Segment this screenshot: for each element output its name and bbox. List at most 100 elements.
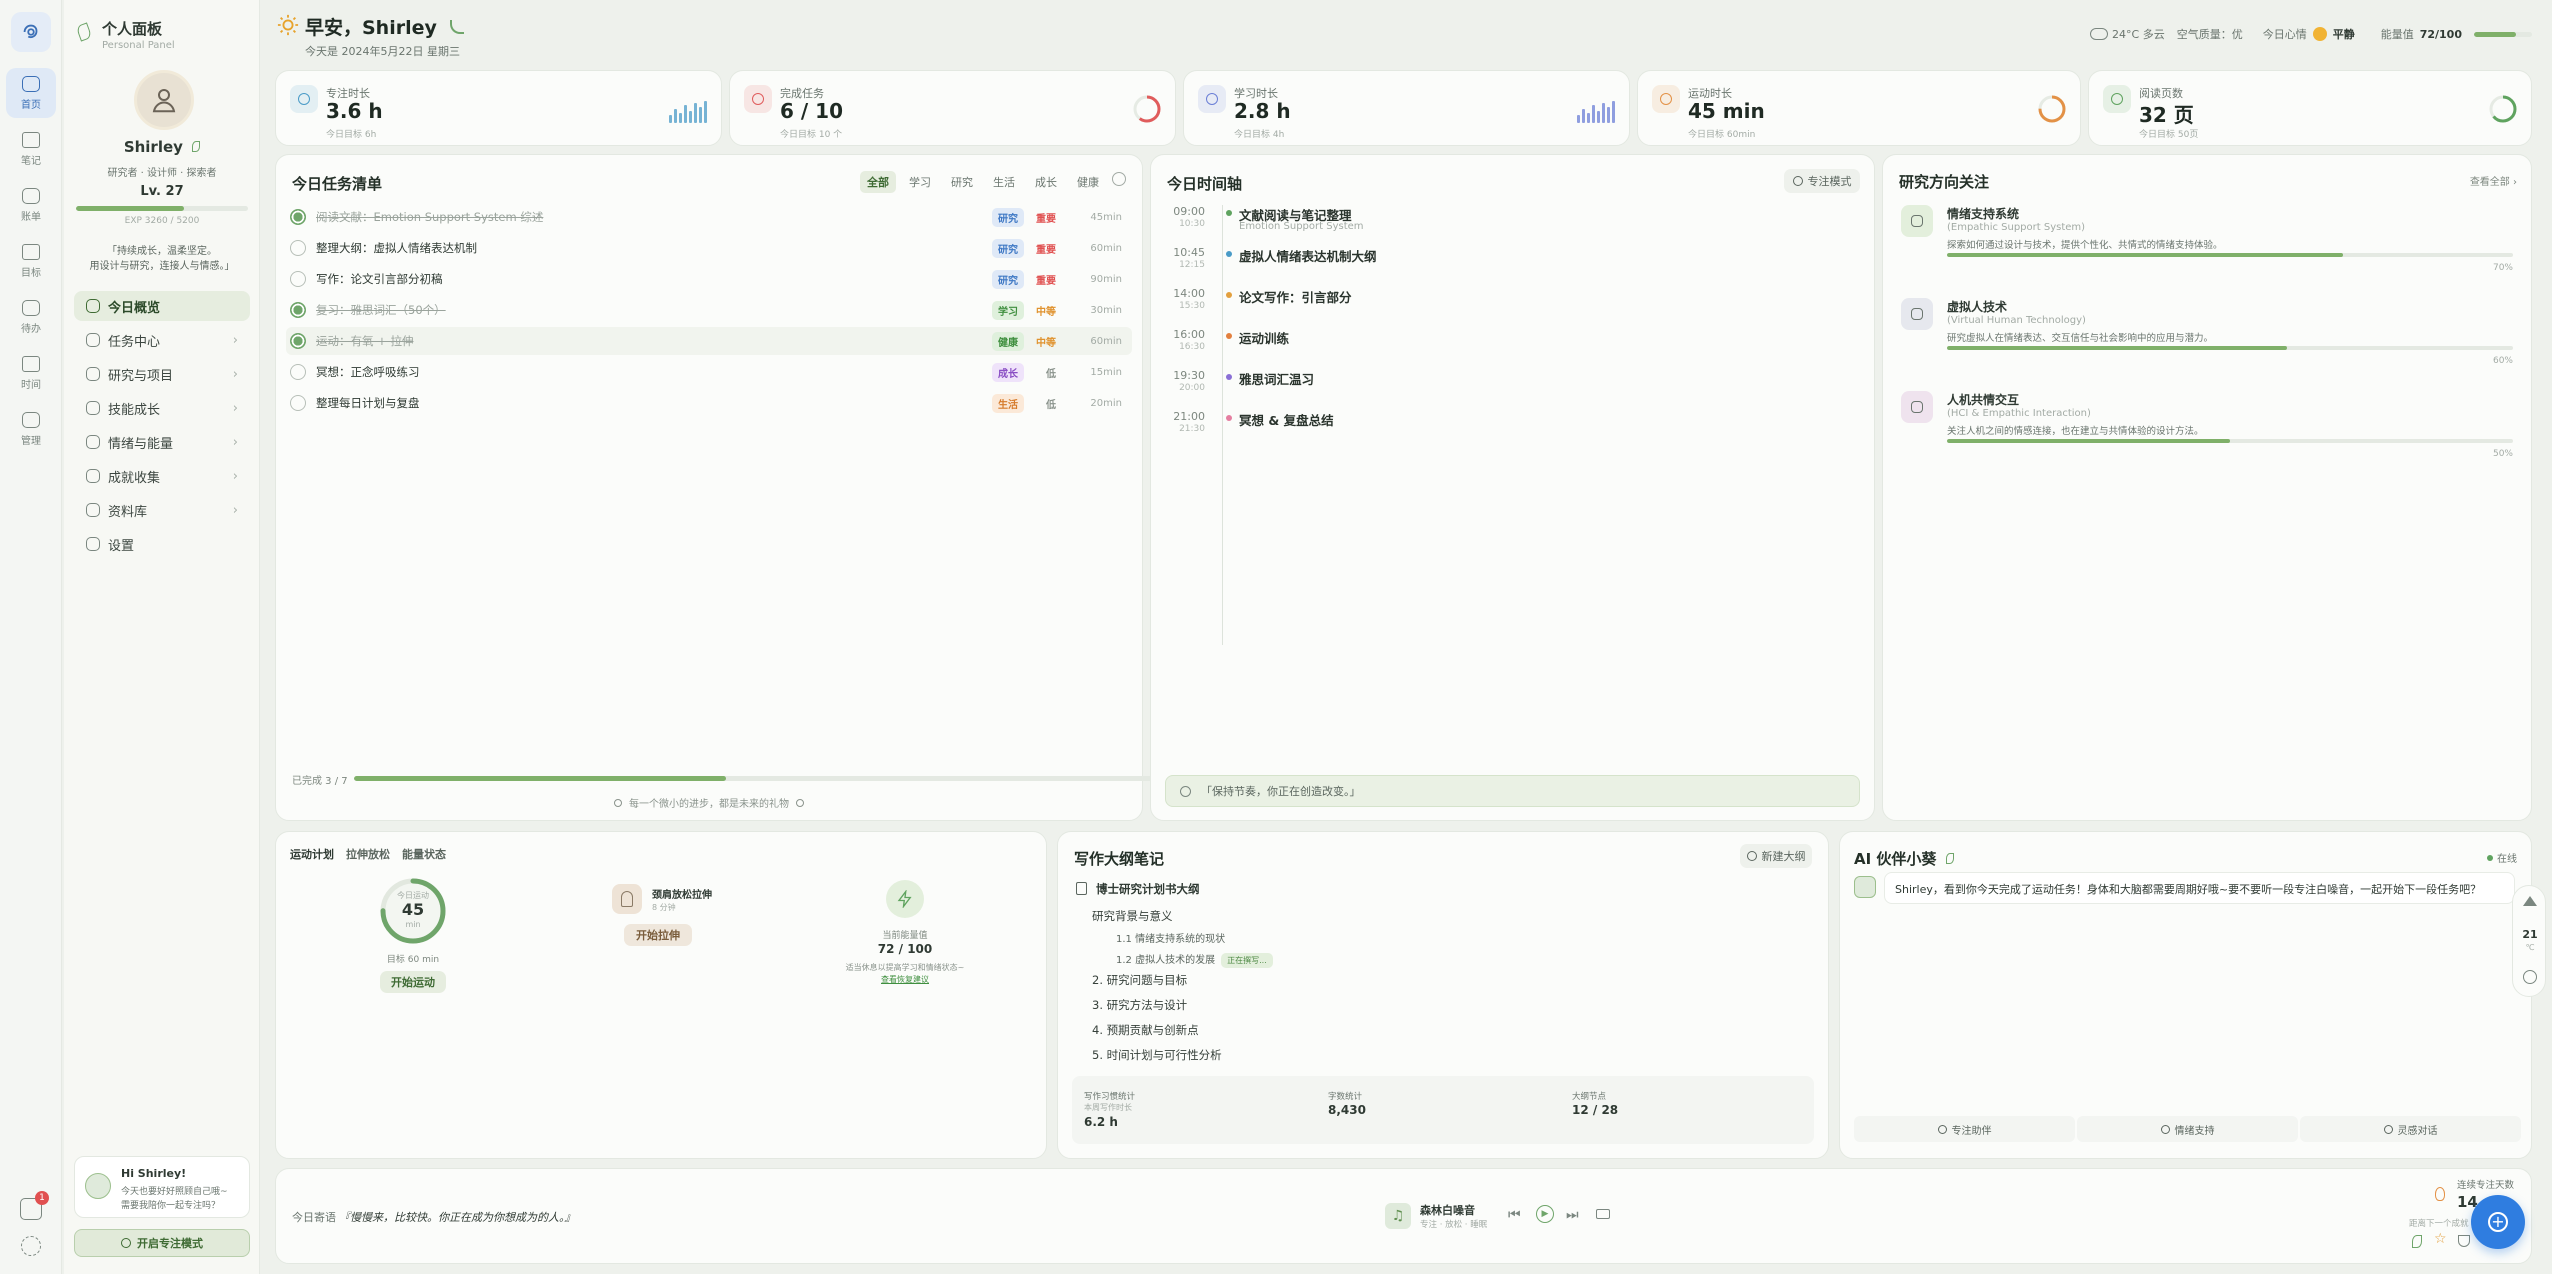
speaker-icon[interactable] [1596,1209,1610,1219]
outline-stat-value: 12 / 28 [1572,1103,1619,1117]
task-checkbox[interactable] [290,333,306,349]
timeline-item[interactable]: 21:00 21:30 冥想 & 复盘总结 [1169,410,1856,450]
mini-bar [1592,105,1595,123]
task-tab[interactable]: 全部 [860,171,896,193]
rail-item-check[interactable]: 待办 [6,292,56,342]
rail-item-calendar[interactable]: 时间 [6,348,56,398]
task-tab[interactable]: 健康 [1070,171,1106,193]
task-tab[interactable]: 学习 [902,171,938,193]
timeline-title-text: 冥想 & 复盘总结 [1239,413,1334,428]
book-icon [1198,85,1226,113]
sidebar-item-2[interactable]: 任务中心 › [74,325,250,355]
outline-item[interactable]: 1.2 虚拟人技术的发展 正在撰写... [1116,951,1273,968]
body-stretch-icon [621,891,633,907]
exercise-tab[interactable]: 运动计划 [290,848,334,861]
research-title-text: 虚拟人技术 [1947,300,2008,314]
sidebar-item-6[interactable]: 成就收集 › [74,461,250,491]
rail-item-wallet[interactable]: 账单 [6,180,56,230]
focus-mode-button[interactable]: 开启专注模式 [74,1229,250,1257]
outline-stats-box [1072,1076,1814,1144]
notification-bell-icon[interactable]: 1 [20,1191,49,1220]
task-text: 写作：论文引言部分初稿 [316,272,443,286]
outline-item[interactable]: 研究背景与意义 [1092,908,1173,924]
task-checkbox[interactable] [290,240,306,256]
task-row[interactable]: 阅读文献：Emotion Support System 综述 研究 重要 45min [286,203,1132,231]
start-stretch-button[interactable]: 开始拉伸 [624,924,692,946]
mountain-icon[interactable] [2523,896,2537,906]
outline-item[interactable]: 5. 时间计划与可行性分析 [1092,1047,1222,1063]
timeline-item[interactable]: 10:45 12:15 虚拟人情绪表达机制大纲 [1169,246,1856,286]
task-row[interactable]: 冥想：正念呼吸练习 成长 低 15min [286,358,1132,386]
sidebar-item-1[interactable]: 今日概览 [74,291,250,321]
research-item[interactable]: 人机共情交互 (HCI & Empathic Interaction) 关注人机之间… [1901,391,2513,477]
sidebar-item-5[interactable]: 情绪与能量 › [74,427,250,457]
recovery-link[interactable]: 查看恢复建议 [830,974,980,985]
sidebar-item-7[interactable]: 资料库 › [74,495,250,525]
stat-card-4[interactable]: 运动时长 45 min 今日目标 60min [1637,70,2081,146]
outline-item[interactable]: 2. 研究问题与目标 [1092,972,1187,988]
research-item[interactable]: 情绪支持系统 (Empathic Support System) 探索如何通过设计与… [1901,205,2513,291]
stat-card-1[interactable]: 专注时长 3.6 h 今日目标 6h [275,70,722,146]
ai-action-button[interactable]: 情绪支持 [2077,1116,2298,1142]
research-title-text: 人机共情交互 [1947,393,2020,407]
view-all-link[interactable]: 查看全部 › [2470,173,2517,188]
rail-item-note[interactable]: 笔记 [6,124,56,174]
timeline-item[interactable]: 14:00 15:30 论文写作：引言部分 [1169,287,1856,327]
star-achievement-icon: ☆ [2434,1231,2447,1247]
previous-track-icon[interactable]: ⏮ [1508,1207,1521,1223]
settings-gear-icon[interactable] [21,1236,41,1256]
task-checkbox[interactable] [290,364,306,380]
profile-roles: 研究者 · 设计师 · 探索者 [107,168,217,179]
ai-action-button[interactable]: 专注助伴 [1854,1116,2075,1142]
task-row[interactable]: 写作：论文引言部分初稿 研究 重要 90min [286,265,1132,293]
task-row[interactable]: 整理每日计划与复盘 生活 低 20min [286,389,1132,417]
outline-item-text: 1.2 虚拟人技术的发展 [1116,955,1216,966]
avatar[interactable] [134,70,194,130]
timeline-item[interactable]: 19:30 20:00 雅思词汇温习 [1169,369,1856,409]
research-progress-fill [1947,439,2230,443]
add-task-icon[interactable] [1112,172,1126,186]
rail-item-shield[interactable]: 管理 [6,404,56,454]
focus-mode-chip[interactable]: 专注模式 [1784,169,1860,193]
sidebar-item-8[interactable]: 设置 [74,529,250,559]
sidebar-item-3[interactable]: 研究与项目 › [74,359,250,389]
exercise-tab[interactable]: 能量状态 [402,848,446,861]
ai-status: 在线 [2497,854,2517,865]
rail-item-target[interactable]: 目标 [6,236,56,286]
sidebar-item-4[interactable]: 技能成长 › [74,393,250,423]
companion-card[interactable]: Hi Shirley! 今天也要好好照顾自己哦~ 需要我陪你一起专注吗？ [74,1156,250,1218]
rail-item-home[interactable]: 首页 [6,68,56,118]
stat-card-5[interactable]: 阅读页数 32 页今日目标 50页 [2088,70,2532,146]
task-row[interactable]: 运动：有氧 + 拉伸 健康 中等 60min [286,327,1132,355]
stat-card-2[interactable]: 完成任务 6 / 10 今日目标 10 个 [729,70,1176,146]
task-checkbox[interactable] [290,271,306,287]
next-track-icon[interactable]: ⏭ [1566,1207,1579,1223]
exercise-tab[interactable]: 拉伸放松 [346,848,390,861]
add-fab-button[interactable]: + [2471,1195,2525,1249]
outline-item[interactable]: 1.1 情绪支持系统的现状 [1116,930,1225,945]
timeline-card: 今日时间轴 专注模式 「保持节奏，你正在创造改变。」 09:00 10:30 文献阅… [1150,154,1875,821]
task-checkbox[interactable] [290,209,306,225]
task-row[interactable]: 整理大纲：虚拟人情绪表达机制 研究 重要 60min [286,234,1132,262]
ai-action-button[interactable]: 灵感对话 [2300,1116,2521,1142]
heart-icon [86,435,100,449]
start-exercise-button[interactable]: 开始运动 [380,971,446,993]
app-logo-icon[interactable] [11,12,51,52]
research-item[interactable]: 虚拟人技术 (Virtual Human Technology) 研究虚拟人在情绪表… [1901,298,2513,384]
chevron-right-icon: › [232,434,238,450]
header-date: 今天是 2024年5月22日 星期三 [305,45,460,58]
timeline-item[interactable]: 16:00 16:30 运动训练 [1169,328,1856,368]
stat-card-3[interactable]: 学习时长 2.8 h 今日目标 4h [1183,70,1630,146]
outline-item[interactable]: 3. 研究方法与设计 [1092,997,1187,1013]
task-tab[interactable]: 生活 [986,171,1022,193]
timeline-item[interactable]: 09:00 10:30 文献阅读与笔记整理 Emotion Support Syste… [1169,205,1856,245]
play-icon[interactable]: ▶ [1536,1205,1554,1223]
task-checkbox[interactable] [290,302,306,318]
task-row[interactable]: 复习：雅思词汇（50个） 学习 中等 30min [286,296,1132,324]
task-tab[interactable]: 成长 [1028,171,1064,193]
task-checkbox[interactable] [290,395,306,411]
task-tab[interactable]: 研究 [944,171,980,193]
outline-item[interactable]: 4. 预期贡献与创新点 [1092,1022,1199,1038]
clock-icon[interactable] [2523,970,2537,984]
new-outline-button[interactable]: 新建大纲 [1740,844,1812,868]
